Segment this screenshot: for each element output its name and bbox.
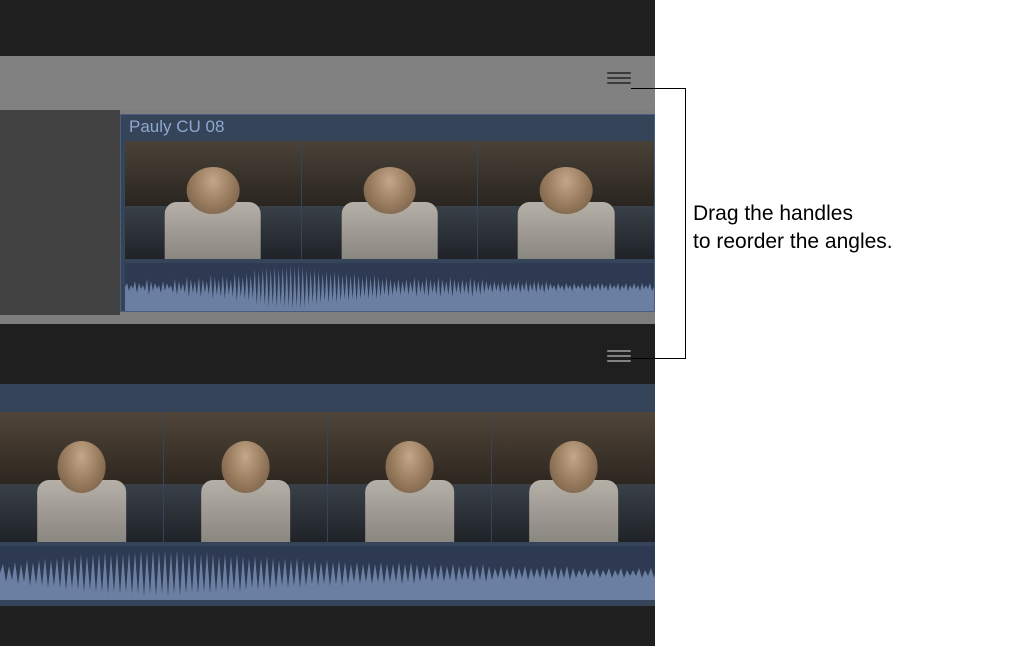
row-separator (0, 324, 655, 336)
empty-track-area (0, 110, 120, 315)
clip-thumbnail-frame (478, 141, 654, 259)
angle-row-header-2 (0, 336, 655, 384)
video-clip[interactable]: Pauly CU 08 (120, 114, 655, 312)
angle-editor-panel: Pauly CU 08 (0, 0, 655, 646)
angle-row-body-2 (0, 384, 655, 606)
clip-thumbnail-frame (302, 141, 478, 259)
top-spacer (0, 0, 655, 56)
callout-annotation: Drag the handles to reorder the angles. (693, 200, 893, 257)
angle-row-header-1 (0, 56, 655, 110)
audio-waveform (0, 546, 655, 600)
clip-thumbnail-frame (0, 412, 163, 542)
clip-thumbnail-frame (492, 412, 655, 542)
clip-thumbnail-frame (328, 412, 491, 542)
clip-thumbnail-strip[interactable] (0, 412, 655, 542)
callout-connector-line (685, 88, 686, 358)
clip-title-label: Pauly CU 08 (129, 117, 224, 137)
callout-connector-line (631, 88, 686, 89)
bottom-spacer (0, 606, 655, 646)
callout-text-line-1: Drag the handles (693, 202, 853, 225)
clip-thumbnail-frame (125, 141, 301, 259)
angle-row-body-1: Pauly CU 08 (0, 110, 655, 324)
clip-thumbnail-strip (125, 141, 654, 259)
clip-thumbnail-frame (164, 412, 327, 542)
audio-waveform (125, 263, 654, 311)
reorder-handle-icon[interactable] (607, 350, 631, 362)
callout-text-line-2: to reorder the angles. (693, 230, 893, 253)
callout-connector-line (631, 358, 686, 359)
reorder-handle-icon[interactable] (607, 72, 631, 84)
